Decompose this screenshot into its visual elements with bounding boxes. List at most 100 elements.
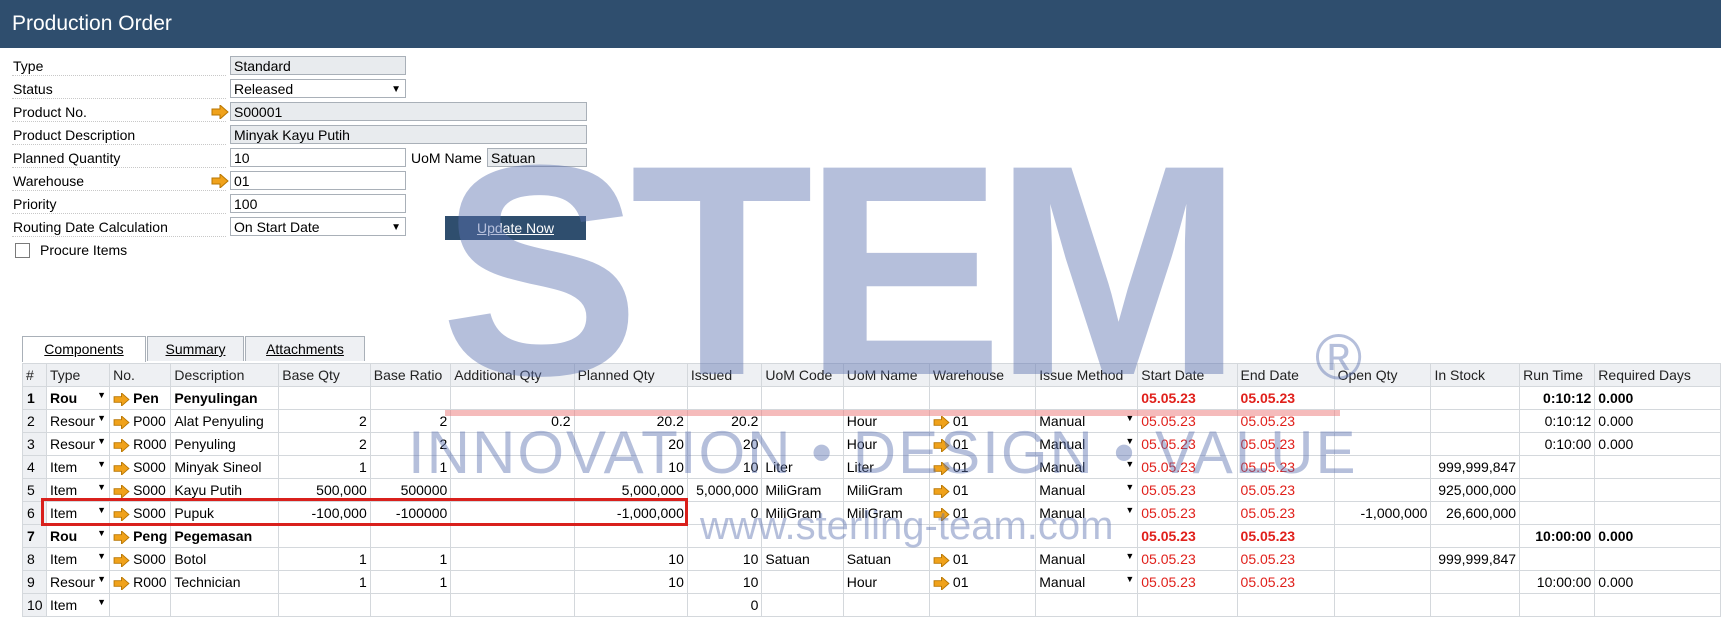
table-row[interactable]: 4 Item S000 Minyak Sineol 1 1 10 10 Liter Liter 01… (22, 455, 1721, 479)
uom-code-cell[interactable]: MiliGram (761, 501, 844, 525)
item-no-cell[interactable]: S000 (109, 455, 172, 479)
column-header[interactable]: UoM Code (761, 363, 844, 387)
issue-method-cell[interactable]: Manual (1035, 432, 1139, 456)
arrow-right-icon[interactable] (113, 461, 130, 475)
type-cell[interactable]: Rou (45, 386, 111, 410)
open-qty-cell[interactable] (1333, 386, 1432, 410)
planned-qty-cell[interactable]: 10 (573, 570, 688, 594)
open-qty-cell[interactable] (1333, 570, 1432, 594)
base-qty-cell[interactable] (278, 524, 371, 548)
arrow-right-icon[interactable] (113, 415, 130, 429)
arrow-right-icon[interactable] (933, 415, 950, 429)
base-ratio-cell[interactable]: 2 (369, 432, 452, 456)
additional-qty-cell[interactable] (450, 386, 575, 410)
uom-code-cell[interactable]: Liter (761, 455, 844, 479)
warehouse-field[interactable]: 01 (230, 171, 406, 190)
update-now-button[interactable]: Update Now (445, 216, 586, 240)
column-header[interactable]: Base Qty (278, 363, 371, 387)
required-days-cell[interactable] (1594, 501, 1721, 525)
uom-name-cell[interactable] (842, 524, 930, 548)
column-header[interactable]: End Date (1236, 363, 1335, 387)
required-days-cell[interactable] (1594, 593, 1721, 617)
start-date-cell[interactable]: 05.05.23 (1137, 455, 1238, 479)
planned-qty-cell[interactable] (573, 524, 688, 548)
column-header[interactable]: Description (170, 363, 280, 387)
end-date-cell[interactable]: 05.05.23 (1236, 478, 1335, 502)
type-cell[interactable]: Resour (45, 570, 111, 594)
end-date-cell[interactable]: 05.05.23 (1236, 432, 1335, 456)
start-date-cell[interactable]: 05.05.23 (1137, 501, 1238, 525)
run-time-cell[interactable] (1519, 501, 1596, 525)
column-header[interactable]: Start Date (1137, 363, 1238, 387)
type-cell[interactable]: Item (45, 593, 111, 617)
column-header[interactable]: UoM Name (842, 363, 930, 387)
uom-name-cell[interactable]: MiliGram (842, 478, 930, 502)
base-ratio-cell[interactable]: 1 (369, 547, 452, 571)
issued-cell[interactable]: 20 (686, 432, 763, 456)
item-no-cell[interactable]: S000 (109, 547, 172, 571)
run-time-cell[interactable]: 0:10:12 (1519, 386, 1596, 410)
additional-qty-cell[interactable] (450, 432, 575, 456)
arrow-right-icon[interactable] (211, 103, 229, 122)
column-header[interactable]: Base Ratio (369, 363, 452, 387)
base-qty-cell[interactable]: 2 (278, 409, 371, 433)
column-header[interactable]: # (22, 363, 47, 387)
arrow-right-icon[interactable] (933, 553, 950, 567)
type-cell[interactable]: Item (45, 547, 111, 571)
issue-method-cell[interactable]: Manual (1035, 478, 1139, 502)
issued-cell[interactable]: 0 (686, 501, 763, 525)
run-time-cell[interactable]: 0:10:12 (1519, 409, 1596, 433)
additional-qty-cell[interactable] (450, 547, 575, 571)
item-no-cell[interactable]: Peng (109, 524, 172, 548)
open-qty-cell[interactable] (1333, 593, 1432, 617)
warehouse-cell[interactable] (928, 386, 1037, 410)
planned-qty-cell[interactable]: 10 (573, 455, 688, 479)
required-days-cell[interactable] (1594, 455, 1721, 479)
base-ratio-cell[interactable] (369, 593, 452, 617)
table-row[interactable]: 8 Item S000 Botol 1 1 10 10 Satuan Satuan 01 Manual… (22, 547, 1721, 571)
run-time-cell[interactable]: 0:10:00 (1519, 432, 1596, 456)
arrow-right-icon[interactable] (211, 172, 229, 191)
uom-code-cell[interactable] (761, 570, 844, 594)
item-no-cell[interactable]: R000 (109, 570, 172, 594)
base-ratio-cell[interactable] (369, 386, 452, 410)
uom-name-cell[interactable]: Hour (842, 570, 930, 594)
item-no-cell[interactable]: Pen (109, 386, 172, 410)
type-field[interactable]: Standard (230, 56, 406, 75)
required-days-cell[interactable]: 0.000 (1594, 409, 1721, 433)
planned-qty-cell[interactable] (573, 386, 688, 410)
start-date-cell[interactable]: 05.05.23 (1137, 547, 1238, 571)
base-qty-cell[interactable]: 1 (278, 547, 371, 571)
issue-method-cell[interactable] (1035, 386, 1139, 410)
required-days-cell[interactable]: 0.000 (1594, 570, 1721, 594)
uom-name-cell[interactable]: Hour (842, 432, 930, 456)
start-date-cell[interactable]: 05.05.23 (1137, 386, 1238, 410)
type-cell[interactable]: Rou (45, 524, 111, 548)
uom-code-cell[interactable]: MiliGram (761, 478, 844, 502)
description-cell[interactable]: Alat Penyuling (170, 409, 280, 433)
base-qty-cell[interactable]: 1 (278, 455, 371, 479)
arrow-right-icon[interactable] (113, 530, 130, 544)
issue-method-cell[interactable]: Manual (1035, 547, 1139, 571)
end-date-cell[interactable]: 05.05.23 (1236, 409, 1335, 433)
arrow-right-icon[interactable] (113, 484, 130, 498)
type-cell[interactable]: Item (45, 455, 111, 479)
end-date-cell[interactable]: 05.05.23 (1236, 501, 1335, 525)
arrow-right-icon[interactable] (113, 392, 130, 406)
issue-method-cell[interactable]: Manual (1035, 570, 1139, 594)
issued-cell[interactable]: 5,000,000 (686, 478, 763, 502)
column-header[interactable]: In Stock (1430, 363, 1521, 387)
base-qty-cell[interactable] (278, 386, 371, 410)
uom-name-field[interactable]: Satuan (487, 148, 587, 167)
description-cell[interactable]: Pegemasan (170, 524, 280, 548)
column-header[interactable]: Open Qty (1333, 363, 1432, 387)
item-no-cell[interactable] (109, 593, 172, 617)
issued-cell[interactable]: 10 (686, 547, 763, 571)
uom-name-cell[interactable] (842, 593, 930, 617)
required-days-cell[interactable] (1594, 478, 1721, 502)
column-header[interactable]: Warehouse (928, 363, 1037, 387)
base-qty-cell[interactable]: 1 (278, 570, 371, 594)
required-days-cell[interactable] (1594, 547, 1721, 571)
additional-qty-cell[interactable]: 0.2 (450, 409, 575, 433)
description-cell[interactable]: Botol (170, 547, 280, 571)
